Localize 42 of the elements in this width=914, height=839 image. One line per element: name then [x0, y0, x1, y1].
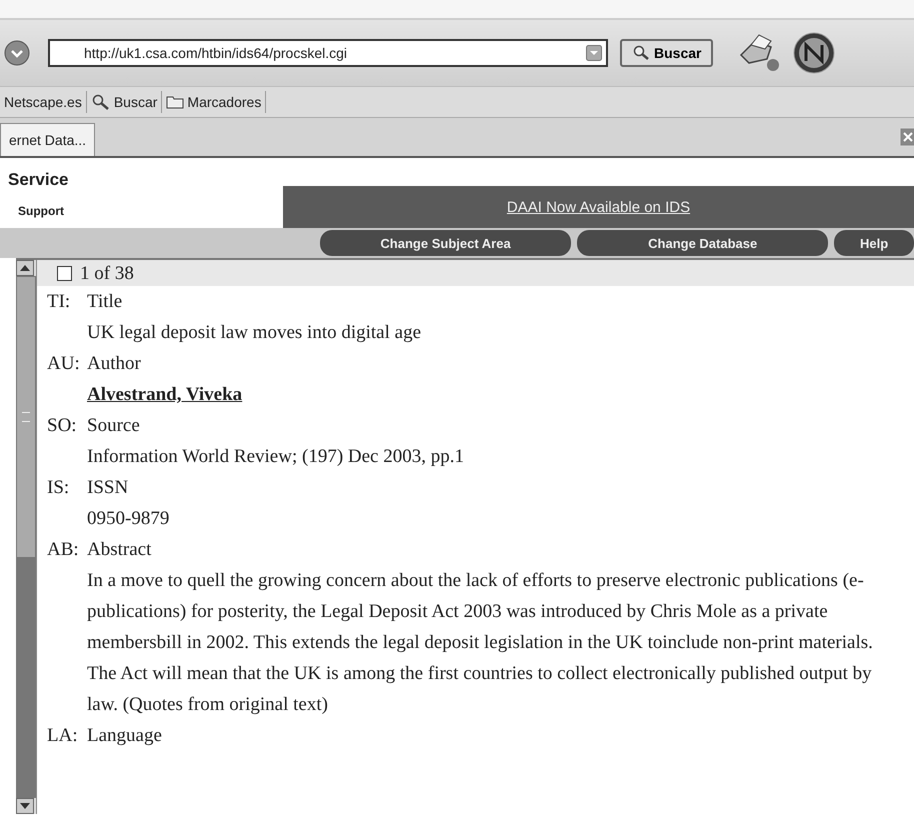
- site-title: Service: [7, 170, 70, 190]
- folder-icon: [166, 95, 184, 109]
- field-code: AU:: [47, 352, 81, 376]
- close-icon[interactable]: [900, 128, 914, 146]
- field-label: Author: [87, 352, 141, 376]
- scroll-down-icon[interactable]: [16, 798, 34, 814]
- scroll-thumb[interactable]: [16, 276, 36, 558]
- field-value: 0950-9879: [87, 508, 170, 529]
- banner-link[interactable]: DAAI Now Available on IDS: [506, 198, 690, 216]
- field-code: AB:: [47, 538, 80, 562]
- author-link[interactable]: Alvestrand, Viveka: [87, 384, 242, 405]
- field-label: Title: [87, 290, 122, 314]
- field-label: Language: [87, 724, 162, 748]
- field-code: IS:: [47, 476, 70, 500]
- field-label: Abstract: [87, 538, 152, 562]
- field-label: ISSN: [87, 476, 128, 500]
- back-button-icon[interactable]: [4, 40, 30, 66]
- record-checkbox[interactable]: [57, 266, 72, 280]
- scrollbar[interactable]: [16, 260, 37, 814]
- nav-button[interactable]: Change Subject Area: [320, 230, 572, 256]
- search-icon: [90, 94, 111, 110]
- nav-button[interactable]: Help: [834, 230, 914, 256]
- nav-button[interactable]: Change Database: [577, 230, 828, 256]
- address-field[interactable]: http://uk1.csa.com/htbin/ids64/procskel.cgi: [48, 39, 608, 67]
- search-icon: [632, 45, 650, 61]
- logo-icon[interactable]: [793, 32, 836, 74]
- field-code: TI:: [47, 290, 72, 314]
- browser-tab[interactable]: ernet Data...: [0, 123, 96, 156]
- site-subtitle: Support: [17, 203, 65, 220]
- search-button[interactable]: Buscar: [620, 39, 714, 67]
- scroll-up-icon[interactable]: [16, 260, 34, 276]
- search-bookmark[interactable]: Buscar: [86, 94, 162, 110]
- field-label: Source: [87, 414, 140, 438]
- field-value: Information World Review; (197) Dec 2003, pp.1: [87, 446, 464, 467]
- field-value: In a move to quell the growing concern about the lack of efforts to preserve electronic publications (e-publications) for posterity, the Legal Deposit Act 2003 was introduced by Chris Mole as a private membersbill in 2002. This extends the legal deposit legislation in the UK toinclude non-print materials. The Act will mean that the UK is among the first countries to collect electronically published output by law. (Quotes from original text): [87, 570, 873, 715]
- bookmark-item[interactable]: Netscape.es: [0, 94, 86, 110]
- bookmarks-folder[interactable]: Marcadores: [162, 94, 266, 110]
- field-value: UK legal deposit law moves into digital age: [87, 322, 422, 343]
- dropdown-icon[interactable]: [586, 45, 602, 61]
- field-code: SO:: [47, 414, 78, 438]
- record-counter: 1 of 38: [80, 262, 134, 286]
- field-code: LA:: [47, 724, 79, 748]
